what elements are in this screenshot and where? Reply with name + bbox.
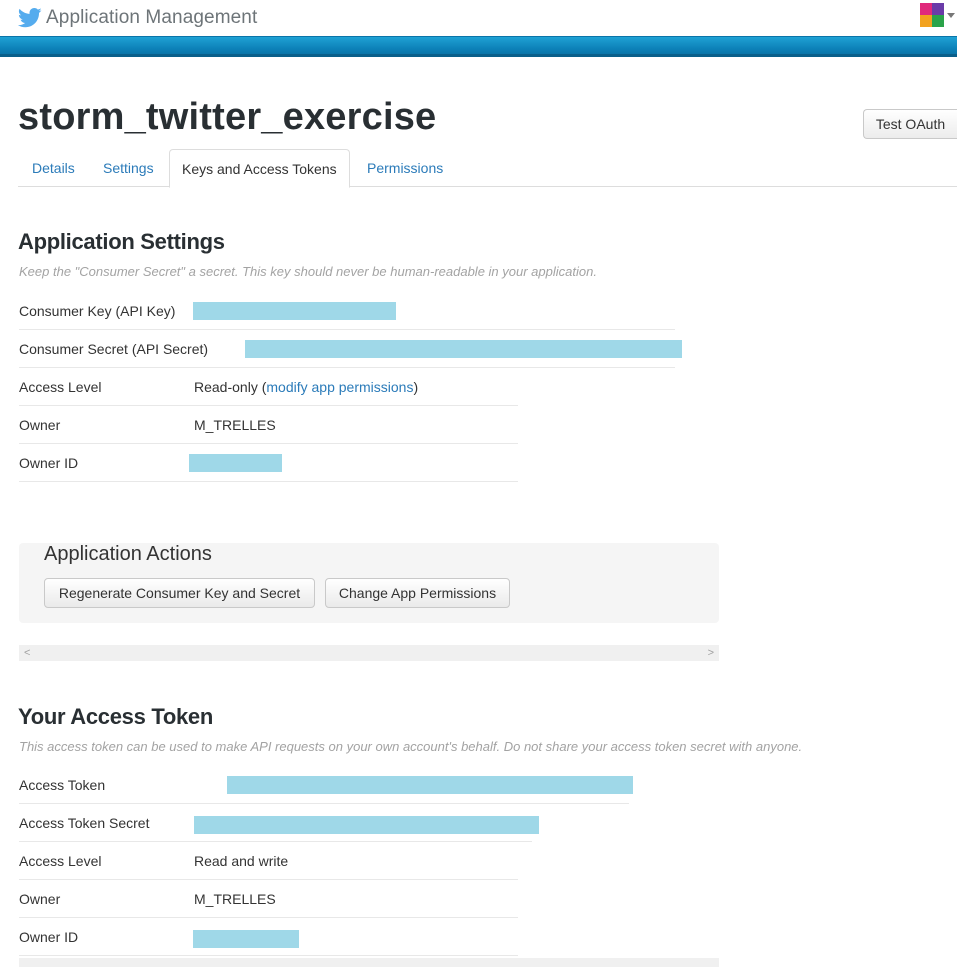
owner-id-row: Owner ID [19,444,518,482]
access-token-secret-row: Access Token Secret [19,804,539,842]
tab-bar: Details Settings Keys and Access Tokens … [18,149,957,188]
token-owner-row: Owner M_TRELLES [19,880,518,918]
access-token-heading: Your Access Token [18,704,214,729]
chevron-left-icon[interactable]: < [24,645,30,661]
consumer-secret-row: Consumer Secret (API Secret) [19,330,682,368]
owner-id-value-redacted [189,454,282,472]
owner-value: M_TRELLES [194,417,276,433]
token-owner-id-label: Owner ID [19,929,79,945]
consumer-key-label: Consumer Key (API Key) [19,303,176,319]
test-oauth-button[interactable]: Test OAuth [863,109,957,139]
owner-id-label: Owner ID [19,455,79,471]
application-actions-heading: Application Actions [44,543,212,565]
token-access-level-label: Access Level [19,853,102,869]
modify-app-permissions-link[interactable]: modify app permissions [266,379,413,395]
change-app-permissions-button[interactable]: Change App Permissions [325,578,510,608]
header-band [0,36,957,57]
access-token-secret-label: Access Token Secret [19,815,150,831]
token-owner-value: M_TRELLES [194,891,276,907]
tab-details[interactable]: Details [32,149,75,187]
twitter-bird-icon [18,8,42,28]
avatar[interactable] [920,3,944,27]
token-owner-id-row: Owner ID [19,918,518,956]
application-settings-hint: Keep the "Consumer Secret" a secret. Thi… [19,264,597,279]
access-level-text: Read-only [194,379,258,395]
horizontal-scrollbar[interactable]: < > [19,645,719,661]
access-token-hint: This access token can be used to make AP… [19,739,803,754]
access-level-value: Read-only (modify app permissions) [194,379,418,395]
access-token-secret-value-redacted [194,816,539,834]
application-actions-panel: Application Actions Regenerate Consumer … [19,543,719,623]
brand[interactable]: Application Management [18,4,257,32]
chevron-right-icon[interactable]: > [708,645,714,661]
paren-close: ) [413,379,419,395]
consumer-secret-value-redacted [245,340,682,358]
access-token-value-redacted [227,776,633,794]
tab-permissions[interactable]: Permissions [367,149,443,187]
horizontal-scrollbar-bottom[interactable] [19,958,719,967]
token-owner-id-value-redacted [193,930,299,948]
application-settings-heading: Application Settings [18,229,225,254]
consumer-key-row: Consumer Key (API Key) [19,292,675,330]
consumer-key-value-redacted [193,302,396,320]
owner-row: Owner M_TRELLES [19,406,518,444]
owner-label: Owner [19,417,61,433]
tab-keys-and-access-tokens[interactable]: Keys and Access Tokens [169,149,350,188]
caret-down-icon[interactable] [947,12,955,18]
page-title: Application Management [46,7,258,28]
access-level-label: Access Level [19,379,102,395]
access-token-label: Access Token [19,777,106,793]
user-menu[interactable] [920,3,955,27]
regenerate-consumer-key-button[interactable]: Regenerate Consumer Key and Secret [44,578,315,608]
access-token-row: Access Token [19,766,633,804]
token-access-level-value: Read and write [194,853,289,869]
tab-settings[interactable]: Settings [103,149,154,187]
consumer-secret-label: Consumer Secret (API Secret) [19,341,209,357]
access-level-row: Access Level Read-only (modify app permi… [19,368,518,406]
top-bar: Application Management [0,0,957,36]
token-owner-label: Owner [19,891,61,907]
app-name: storm_twitter_exercise [18,96,437,138]
token-access-level-row: Access Level Read and write [19,842,518,880]
